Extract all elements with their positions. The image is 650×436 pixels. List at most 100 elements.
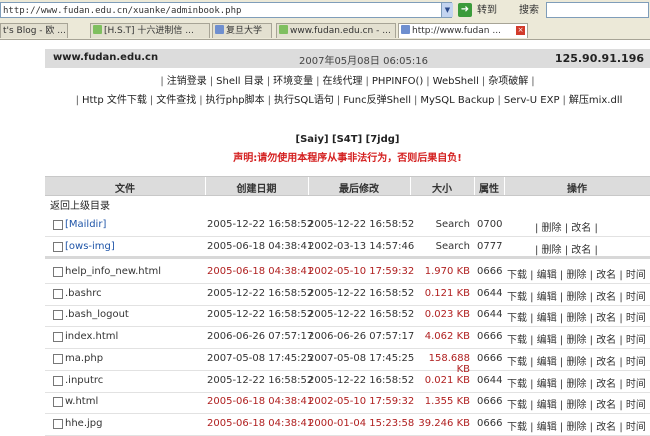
menu-proxy[interactable]: 在线代理 xyxy=(322,76,362,87)
permissions[interactable]: 0644 xyxy=(477,375,502,386)
menu-logout[interactable]: 注销登录 xyxy=(167,76,207,87)
row-actions[interactable]: 下载 | 编辑 | 删除 | 改名 | 时间 xyxy=(507,396,646,411)
row-actions[interactable]: 下载 | 编辑 | 删除 | 改名 | 时间 xyxy=(507,309,646,324)
row-checkbox[interactable] xyxy=(53,376,63,386)
page-icon xyxy=(93,25,102,34)
search-input[interactable] xyxy=(546,2,649,18)
author-links[interactable]: [Saiy] [S4T] [7jdg] xyxy=(45,134,650,145)
file-name[interactable]: .bash_logout xyxy=(65,309,129,320)
row-checkbox[interactable] xyxy=(53,242,63,252)
col-perm: 属性 xyxy=(479,184,499,195)
address-dropdown-icon[interactable]: ▼ xyxy=(441,3,453,17)
file-size: 39.246 KB xyxy=(418,418,470,429)
client-ip: 125.90.91.196 xyxy=(554,52,644,65)
row-checkbox[interactable] xyxy=(53,332,63,342)
tab-hst[interactable]: [H.S.T] 十六进制信 ... xyxy=(90,23,210,38)
file-name[interactable]: help_info_new.html xyxy=(65,266,161,277)
permissions[interactable]: 0666 xyxy=(477,266,502,277)
tab-fudan[interactable]: 复旦大学 xyxy=(212,23,272,38)
file-size: 0.023 KB xyxy=(424,309,470,320)
tab-active[interactable]: http://www.fudan ... × xyxy=(398,23,528,38)
file-name[interactable]: w.html xyxy=(65,396,98,407)
col-file: 文件 xyxy=(115,184,135,195)
file-row: .inputrc 2005-12-22 16:58:52 2005-12-22 16… xyxy=(45,370,650,393)
menu-unzip-dll[interactable]: 解压mix.dll xyxy=(569,95,623,106)
row-actions[interactable]: 下载 | 编辑 | 删除 | 改名 | 时间 xyxy=(507,418,646,433)
permissions[interactable]: 0777 xyxy=(477,241,502,252)
row-checkbox[interactable] xyxy=(53,419,63,429)
file-size: 1.355 KB xyxy=(424,396,470,407)
go-button[interactable]: 转到 xyxy=(477,3,497,19)
col-created: 创建日期 xyxy=(236,184,277,195)
row-actions[interactable]: 下载 | 编辑 | 删除 | 改名 | 时间 xyxy=(507,331,646,346)
col-actions: 操作 xyxy=(567,184,587,195)
created-date: 2005-06-18 04:38:41 xyxy=(207,396,314,407)
row-actions[interactable]: 下载 | 编辑 | 删除 | 改名 | 时间 xyxy=(507,353,646,368)
dir-search-link[interactable]: Search xyxy=(413,241,470,252)
dir-name[interactable]: [ows-img] xyxy=(65,241,115,252)
tab-fudan-site[interactable]: www.fudan.edu.cn - ... xyxy=(276,23,396,38)
close-tab-icon[interactable]: × xyxy=(516,26,525,35)
file-name[interactable]: ma.php xyxy=(65,353,103,364)
menu-webshell[interactable]: WebShell xyxy=(433,76,479,87)
permissions[interactable]: 0700 xyxy=(477,219,502,230)
file-row: w.html 2005-06-18 04:38:41 2002-05-10 17:5… xyxy=(45,391,650,414)
menu-phpinfo[interactable]: PHPINFO() xyxy=(372,76,423,87)
row-actions[interactable]: | 删除 | 改名 | xyxy=(535,241,598,256)
row-checkbox[interactable] xyxy=(53,310,63,320)
row-checkbox[interactable] xyxy=(53,354,63,364)
permissions[interactable]: 0666 xyxy=(477,396,502,407)
row-checkbox[interactable] xyxy=(53,397,63,407)
modified-date: 2002-05-10 17:59:32 xyxy=(308,396,415,407)
permissions[interactable]: 0644 xyxy=(477,288,502,299)
page-icon xyxy=(401,25,410,34)
file-row: .bashrc 2005-12-22 16:58:52 2005-12-22 16:… xyxy=(45,283,650,306)
menu-mysql-backup[interactable]: MySQL Backup xyxy=(420,95,494,106)
modified-date: 2002-05-10 17:59:32 xyxy=(308,266,415,277)
created-date: 2006-06-26 07:57:17 xyxy=(207,331,314,342)
menu-exec-sql[interactable]: 执行SQL语句 xyxy=(274,95,334,106)
parent-dir-link[interactable]: 返回上级目录 xyxy=(50,197,110,212)
site-name: www.fudan.edu.cn xyxy=(53,52,159,63)
file-row: help_info_new.html 2005-06-18 04:38:41 200… xyxy=(45,261,650,284)
section-divider xyxy=(45,256,650,259)
row-checkbox[interactable] xyxy=(53,220,63,230)
row-checkbox[interactable] xyxy=(53,289,63,299)
dir-name[interactable]: [Maildir] xyxy=(65,219,106,230)
menu-servu-exp[interactable]: Serv-U EXP xyxy=(504,95,560,106)
modified-date: 2005-12-22 16:58:52 xyxy=(308,219,415,230)
menu-http-download[interactable]: Http 文件下载 xyxy=(82,95,147,106)
address-bar[interactable]: http://www.fudan.edu.cn/xuanke/adminbook… xyxy=(0,2,452,18)
row-checkbox[interactable] xyxy=(53,267,63,277)
row-actions[interactable]: 下载 | 编辑 | 删除 | 改名 | 时间 xyxy=(507,288,646,303)
permissions[interactable]: 0644 xyxy=(477,309,502,320)
file-name[interactable]: .inputrc xyxy=(65,375,103,386)
search-label: 搜索 xyxy=(519,5,539,16)
menu-exec-php[interactable]: 执行php脚本 xyxy=(206,95,265,106)
col-size: 大小 xyxy=(432,184,452,195)
menu-reverse-shell[interactable]: Func反弹Shell xyxy=(343,95,411,106)
created-date: 2005-12-22 16:58:52 xyxy=(207,375,314,386)
permissions[interactable]: 0666 xyxy=(477,418,502,429)
menu-crack[interactable]: 杂项破解 xyxy=(488,76,528,87)
row-actions[interactable]: 下载 | 编辑 | 删除 | 改名 | 时间 xyxy=(507,375,646,390)
menu-file-search[interactable]: 文件查找 xyxy=(156,95,196,106)
menu-shell-dir[interactable]: Shell 目录 xyxy=(216,76,264,87)
file-row: .bash_logout 2005-12-22 16:58:52 2005-12-2… xyxy=(45,304,650,327)
permissions[interactable]: 0666 xyxy=(477,353,502,364)
modified-date: 2002-03-13 14:57:46 xyxy=(308,241,415,252)
file-name[interactable]: index.html xyxy=(65,331,118,342)
menu-env-vars[interactable]: 环境变量 xyxy=(273,76,313,87)
dir-search-link[interactable]: Search xyxy=(413,219,470,230)
created-date: 2005-06-18 04:38:41 xyxy=(207,241,314,252)
file-name[interactable]: .bashrc xyxy=(65,288,102,299)
go-arrow-icon[interactable]: ➜ xyxy=(458,3,472,17)
tab-label: 复旦大学 xyxy=(226,26,263,36)
file-name[interactable]: hhe.jpg xyxy=(65,418,102,429)
row-actions[interactable]: | 删除 | 改名 | xyxy=(535,219,598,234)
tab-label: www.fudan.edu.cn - ... xyxy=(290,26,391,36)
permissions[interactable]: 0666 xyxy=(477,331,502,342)
row-actions[interactable]: 下载 | 编辑 | 删除 | 改名 | 时间 xyxy=(507,266,646,281)
tab-label: [H.S.T] 十六进制信 ... xyxy=(104,26,194,36)
tab-blog[interactable]: t's Blog - 欧 ... xyxy=(0,23,68,38)
